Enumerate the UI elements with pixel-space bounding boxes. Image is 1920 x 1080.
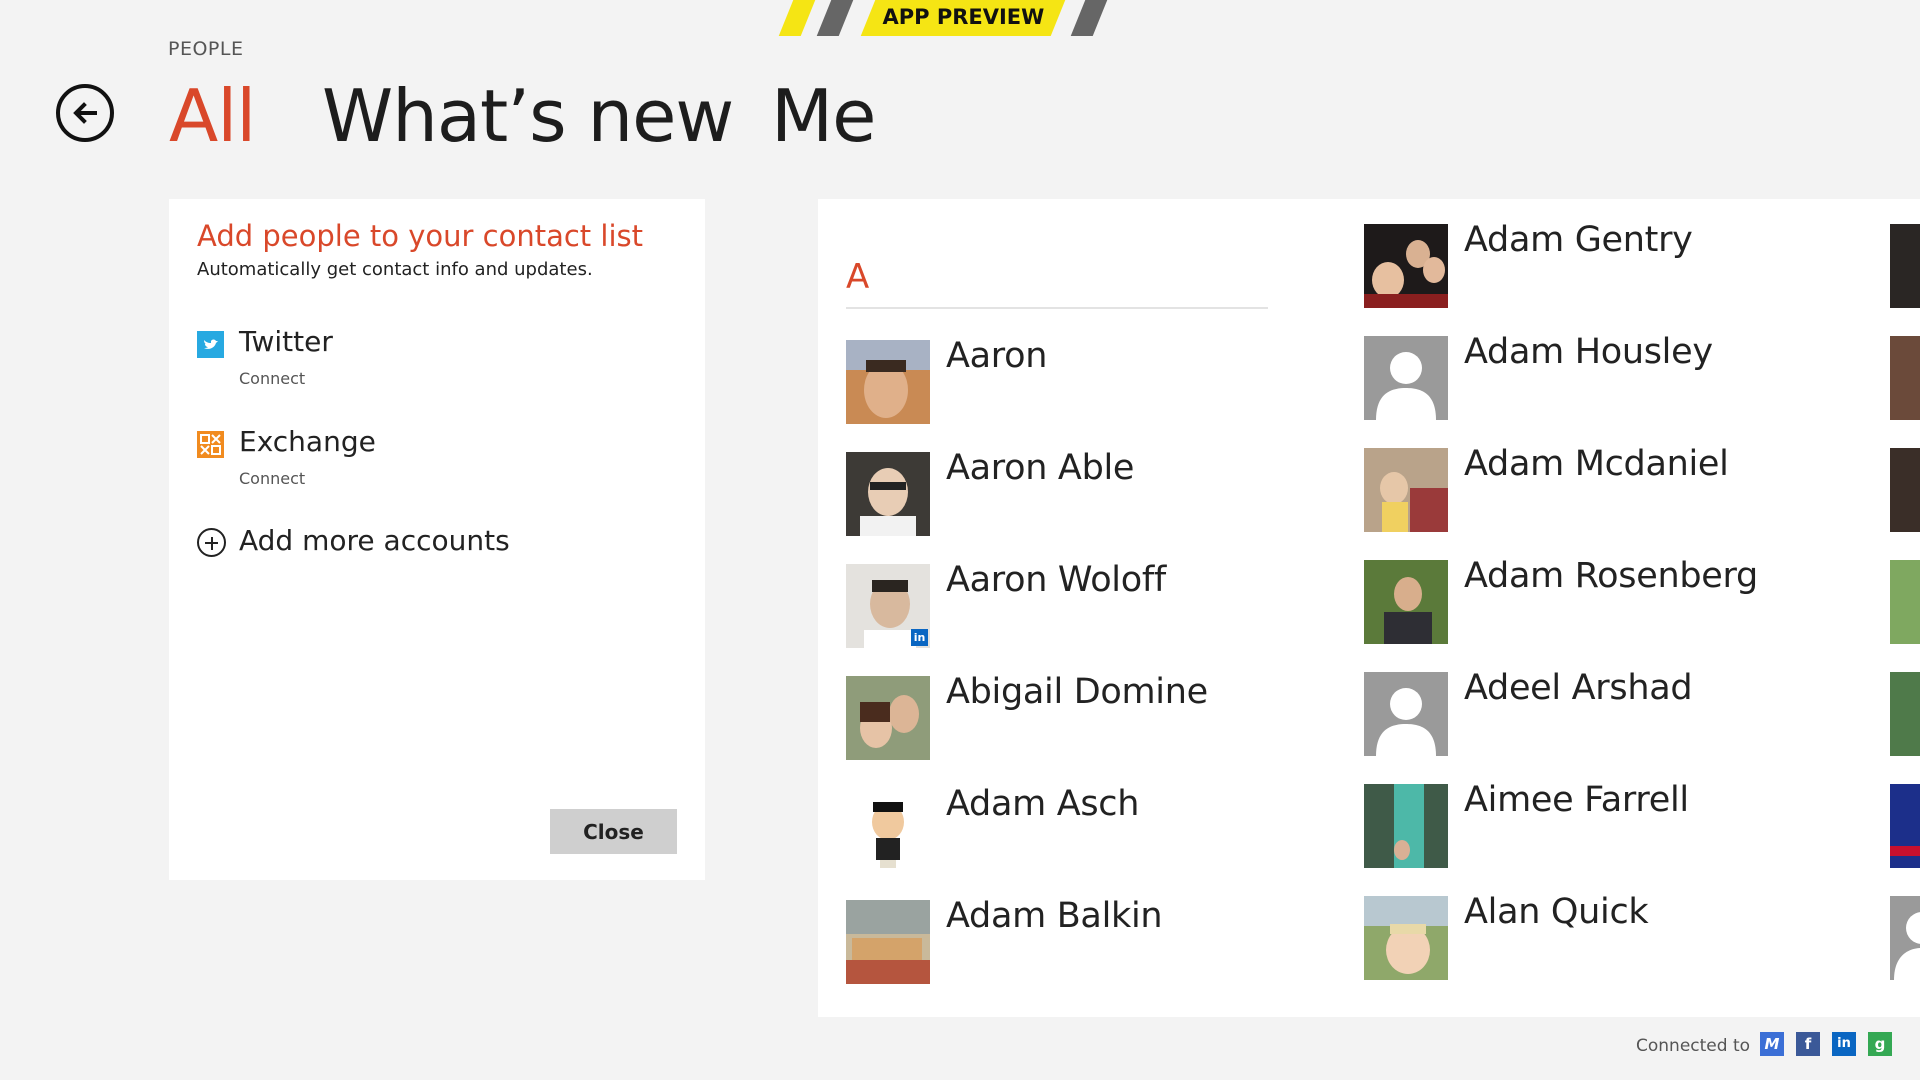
avatar[interactable]: [1890, 336, 1920, 420]
avatar[interactable]: [1890, 224, 1920, 308]
contact-name: Aaron Woloff: [946, 560, 1166, 600]
avatar: [1364, 224, 1448, 308]
contact-name: Adam Housley: [1464, 332, 1713, 372]
connect-link[interactable]: Connect: [239, 369, 305, 388]
linkedin-icon[interactable]: in: [1832, 1032, 1856, 1056]
contact-tile[interactable]: Aaron Able: [846, 448, 1326, 538]
pivot-me[interactable]: Me: [771, 72, 876, 160]
contact-tile[interactable]: Aimee Farrell: [1364, 780, 1844, 870]
exchange-icon: [197, 431, 224, 458]
pivot-all[interactable]: All: [169, 72, 256, 160]
contact-tile[interactable]: Alan Quick: [1364, 892, 1844, 982]
connected-to-label: Connected to: [1636, 1036, 1751, 1056]
banner-stripe: [1070, 0, 1108, 36]
contact-tile[interactable]: Adam Rosenberg: [1364, 556, 1844, 646]
avatar-placeholder-icon: [1364, 336, 1448, 420]
contact-name: Adeel Arshad: [1464, 668, 1693, 708]
avatar[interactable]: [1890, 784, 1920, 868]
app-preview-label: APP PREVIEW: [860, 0, 1066, 36]
contact-name: Adam Gentry: [1464, 220, 1693, 260]
avatar: [1364, 560, 1448, 644]
back-button[interactable]: [56, 84, 114, 142]
avatar: [1364, 448, 1448, 532]
avatar-placeholder-icon[interactable]: [1890, 896, 1920, 980]
google-icon[interactable]: g: [1868, 1032, 1892, 1056]
back-arrow-icon: [73, 102, 97, 124]
account-name: Exchange: [239, 425, 376, 458]
contact-tile[interactable]: Adam Balkin: [846, 896, 1326, 986]
avatar[interactable]: [1890, 560, 1920, 644]
linkedin-badge-icon: in: [911, 629, 928, 646]
avatar: [846, 452, 930, 536]
group-header-a[interactable]: A: [846, 257, 869, 297]
banner-stripe: [778, 0, 816, 36]
close-button[interactable]: Close: [550, 809, 677, 854]
contact-name: Aaron: [946, 336, 1048, 376]
contact-tile[interactable]: Adam Asch: [846, 784, 1326, 874]
contact-name: Aimee Farrell: [1464, 780, 1689, 820]
avatar: [846, 340, 930, 424]
add-more-accounts-button[interactable]: Add more accounts: [197, 522, 517, 562]
add-accounts-panel: Add people to your contact list Automati…: [169, 199, 705, 880]
avatar[interactable]: [1890, 672, 1920, 756]
group-divider: [846, 307, 1268, 309]
contact-name: Aaron Able: [946, 448, 1135, 488]
contact-name: Adam Balkin: [946, 896, 1163, 936]
account-name: Twitter: [239, 325, 333, 358]
avatar[interactable]: [1890, 448, 1920, 532]
panel-title: Add people to your contact list: [197, 219, 643, 253]
contact-tile[interactable]: Aaron: [846, 336, 1326, 426]
contact-name: Adam Mcdaniel: [1464, 444, 1729, 484]
contact-tile[interactable]: Adam Housley: [1364, 332, 1844, 422]
account-twitter[interactable]: Twitter Connect: [197, 325, 497, 395]
contact-name: Alan Quick: [1464, 892, 1649, 932]
messenger-icon[interactable]: M: [1760, 1032, 1784, 1056]
contacts-list: A Aaron Aaron Able in Aaron Woloff Abiga…: [818, 199, 1920, 1017]
avatar: [846, 900, 930, 984]
app-label: PEOPLE: [168, 38, 244, 60]
contact-name: Abigail Domine: [946, 672, 1208, 712]
facebook-icon[interactable]: f: [1796, 1032, 1820, 1056]
avatar: [1364, 896, 1448, 980]
twitter-icon: [197, 331, 224, 358]
contact-name: Adam Rosenberg: [1464, 556, 1758, 596]
contact-tile[interactable]: Abigail Domine: [846, 672, 1326, 762]
avatar: in: [846, 564, 930, 648]
banner-stripe: [816, 0, 854, 36]
avatar: [846, 788, 930, 872]
contact-tile[interactable]: Adeel Arshad: [1364, 668, 1844, 758]
panel-subtitle: Automatically get contact info and updat…: [197, 259, 593, 280]
add-circle-icon: [197, 528, 226, 557]
avatar: [1364, 784, 1448, 868]
contact-name: Adam Asch: [946, 784, 1140, 824]
pivot-whats-new[interactable]: What’s new: [322, 72, 734, 160]
contact-tile[interactable]: in Aaron Woloff: [846, 560, 1326, 650]
add-more-accounts-label: Add more accounts: [239, 524, 510, 557]
avatar-placeholder-icon: [1364, 672, 1448, 756]
contact-tile[interactable]: Adam Gentry: [1364, 220, 1844, 310]
app-preview-banner: APP PREVIEW: [776, 0, 1116, 36]
account-exchange[interactable]: Exchange Connect: [197, 425, 497, 495]
connect-link[interactable]: Connect: [239, 469, 305, 488]
contact-tile[interactable]: Adam Mcdaniel: [1364, 444, 1844, 534]
avatar: [846, 676, 930, 760]
